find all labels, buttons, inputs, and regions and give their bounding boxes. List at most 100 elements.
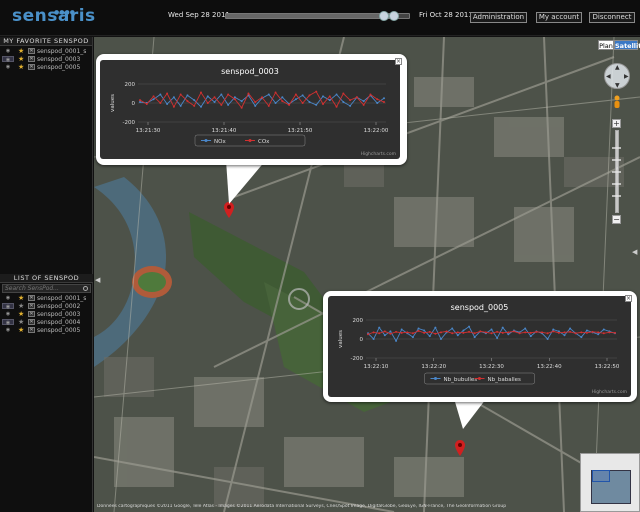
administration-button[interactable]: Administration bbox=[470, 12, 527, 23]
search-icon[interactable] bbox=[83, 286, 88, 291]
map-type-plan-button[interactable]: Plan bbox=[598, 40, 614, 50]
series-point bbox=[439, 331, 442, 334]
y-tick-label: -200 bbox=[351, 356, 364, 362]
series-point bbox=[473, 332, 476, 335]
zoom-in-button[interactable]: + bbox=[612, 119, 621, 128]
series-point bbox=[501, 326, 504, 329]
favorite-star-icon[interactable]: ★ bbox=[18, 47, 26, 55]
senspod-name[interactable]: senspod_0003 bbox=[37, 56, 80, 63]
legend-marker-1 bbox=[204, 139, 208, 142]
series-point bbox=[261, 96, 263, 99]
favorite-star-icon[interactable]: ★ bbox=[18, 302, 26, 310]
pan-down-icon[interactable]: ▼ bbox=[615, 82, 620, 89]
collapse-right-panel-icon[interactable]: ◀ bbox=[632, 248, 638, 257]
favorites-item[interactable]: ◉ ★ ✕ senspod_0005 bbox=[0, 63, 92, 71]
timeline-handle-end[interactable] bbox=[388, 11, 399, 21]
favorite-star-icon[interactable]: ★ bbox=[18, 310, 26, 318]
senspod-name[interactable]: senspod_0005 bbox=[37, 327, 80, 334]
zoom-out-button[interactable]: − bbox=[612, 215, 621, 224]
senspod-name[interactable]: senspod_0001_s bbox=[37, 295, 86, 302]
pan-left-icon[interactable]: ◀ bbox=[606, 73, 611, 80]
list-item[interactable]: ◉ ★ ✕ senspod_0005 bbox=[0, 326, 93, 334]
favorite-star-icon[interactable]: ★ bbox=[18, 326, 26, 334]
series-point bbox=[227, 103, 230, 106]
favorite-star-icon[interactable]: ★ bbox=[18, 294, 26, 302]
pan-up-icon[interactable]: ▲ bbox=[615, 64, 620, 71]
senspod-name[interactable]: senspod_0002 bbox=[37, 303, 80, 310]
close-popup-0005-button[interactable]: × bbox=[625, 295, 632, 302]
timeline-slider[interactable] bbox=[225, 11, 410, 21]
remove-checkbox-icon[interactable]: ✕ bbox=[28, 56, 35, 62]
list-item[interactable]: ◉ ★ ✕ senspod_0003 bbox=[0, 310, 93, 318]
senspod-name[interactable]: senspod_0003 bbox=[37, 311, 80, 318]
favorites-item[interactable]: ◉ ★ ✕ senspod_0003 bbox=[0, 55, 92, 63]
series-point bbox=[518, 332, 521, 335]
remove-checkbox-icon[interactable]: ✕ bbox=[28, 319, 35, 325]
series-point bbox=[281, 96, 284, 99]
list-item[interactable]: ◉ ★ ✕ senspod_0002 bbox=[0, 302, 93, 310]
disconnect-button[interactable]: Disconnect bbox=[589, 12, 635, 23]
senspod-name[interactable]: senspod_0001_s bbox=[37, 48, 86, 55]
series-point bbox=[220, 93, 223, 96]
list-item[interactable]: ◉ ★ ✕ senspod_0004 bbox=[0, 318, 93, 326]
remove-checkbox-icon[interactable]: ✕ bbox=[28, 327, 35, 333]
series-point bbox=[479, 330, 482, 333]
search-box bbox=[2, 284, 91, 293]
timeline-handle-start[interactable] bbox=[378, 11, 389, 21]
series-point bbox=[569, 327, 572, 330]
list-panel-title: List of SensPod bbox=[0, 274, 93, 283]
senspod-name[interactable]: senspod_0004 bbox=[37, 319, 80, 326]
favorites-item[interactable]: ◉ ★ ✕ senspod_0001_s bbox=[0, 47, 92, 55]
series-point bbox=[145, 102, 148, 105]
visibility-eye-icon[interactable]: ◉ bbox=[2, 295, 14, 301]
chart-credit: Highcharts.com bbox=[361, 151, 396, 157]
pan-right-icon[interactable]: ▶ bbox=[624, 73, 629, 80]
senspod-name[interactable]: senspod_0005 bbox=[37, 64, 80, 71]
remove-checkbox-icon[interactable]: ✕ bbox=[28, 48, 35, 54]
list-item[interactable]: ◉ ★ ✕ senspod_0001_s bbox=[0, 294, 93, 302]
visibility-eye-icon[interactable]: ◉ bbox=[2, 303, 14, 310]
senspod-0005-marker-icon[interactable] bbox=[455, 440, 465, 458]
overview-viewport[interactable] bbox=[592, 470, 610, 482]
series-point bbox=[369, 93, 372, 96]
series-point bbox=[445, 330, 448, 333]
series-point bbox=[376, 102, 379, 104]
series-point bbox=[159, 93, 162, 96]
close-popup-0003-button[interactable]: × bbox=[395, 58, 402, 65]
series-point bbox=[227, 93, 230, 96]
series-point bbox=[288, 103, 291, 106]
favorite-star-icon[interactable]: ★ bbox=[18, 63, 26, 71]
series-point bbox=[389, 332, 392, 335]
map-type-satellite-button[interactable]: Satellite bbox=[614, 40, 640, 50]
series-point bbox=[152, 95, 155, 98]
visibility-eye-icon[interactable]: ◉ bbox=[2, 327, 14, 333]
visibility-eye-icon[interactable]: ◉ bbox=[2, 319, 14, 326]
series-point bbox=[456, 331, 459, 334]
favorite-star-icon[interactable]: ★ bbox=[18, 55, 26, 63]
series-point bbox=[342, 92, 345, 95]
series-point bbox=[395, 339, 398, 342]
y-axis-label: values bbox=[110, 94, 116, 112]
favorite-star-icon[interactable]: ★ bbox=[18, 318, 26, 326]
collapse-sidebar-icon[interactable]: ◀ bbox=[95, 276, 100, 285]
series-point bbox=[378, 332, 381, 335]
series-point bbox=[574, 332, 577, 335]
remove-checkbox-icon[interactable]: ✕ bbox=[28, 295, 35, 301]
series-point bbox=[529, 335, 532, 338]
x-tick-label: 13:22:30 bbox=[479, 364, 504, 370]
visibility-eye-icon[interactable]: ◉ bbox=[2, 48, 14, 54]
my-account-button[interactable]: My account bbox=[536, 12, 582, 23]
legend-marker-2 bbox=[478, 377, 481, 380]
visibility-eye-icon[interactable]: ◉ bbox=[2, 64, 14, 70]
visibility-eye-icon[interactable]: ◉ bbox=[2, 311, 14, 317]
remove-checkbox-icon[interactable]: ✕ bbox=[28, 311, 35, 317]
senspod-0003-chart: senspod_0003values -200 0 200 13:21:30 13:21:… bbox=[110, 67, 396, 157]
series-point bbox=[439, 338, 442, 340]
street-view-pegman-icon[interactable] bbox=[612, 95, 622, 111]
search-input[interactable] bbox=[5, 285, 81, 292]
visibility-eye-icon[interactable]: ◉ bbox=[2, 56, 14, 63]
remove-checkbox-icon[interactable]: ✕ bbox=[28, 64, 35, 70]
series-point bbox=[490, 328, 493, 331]
remove-checkbox-icon[interactable]: ✕ bbox=[28, 303, 35, 309]
pan-control[interactable]: ▲ ▼ ◀ ▶ bbox=[604, 63, 630, 89]
